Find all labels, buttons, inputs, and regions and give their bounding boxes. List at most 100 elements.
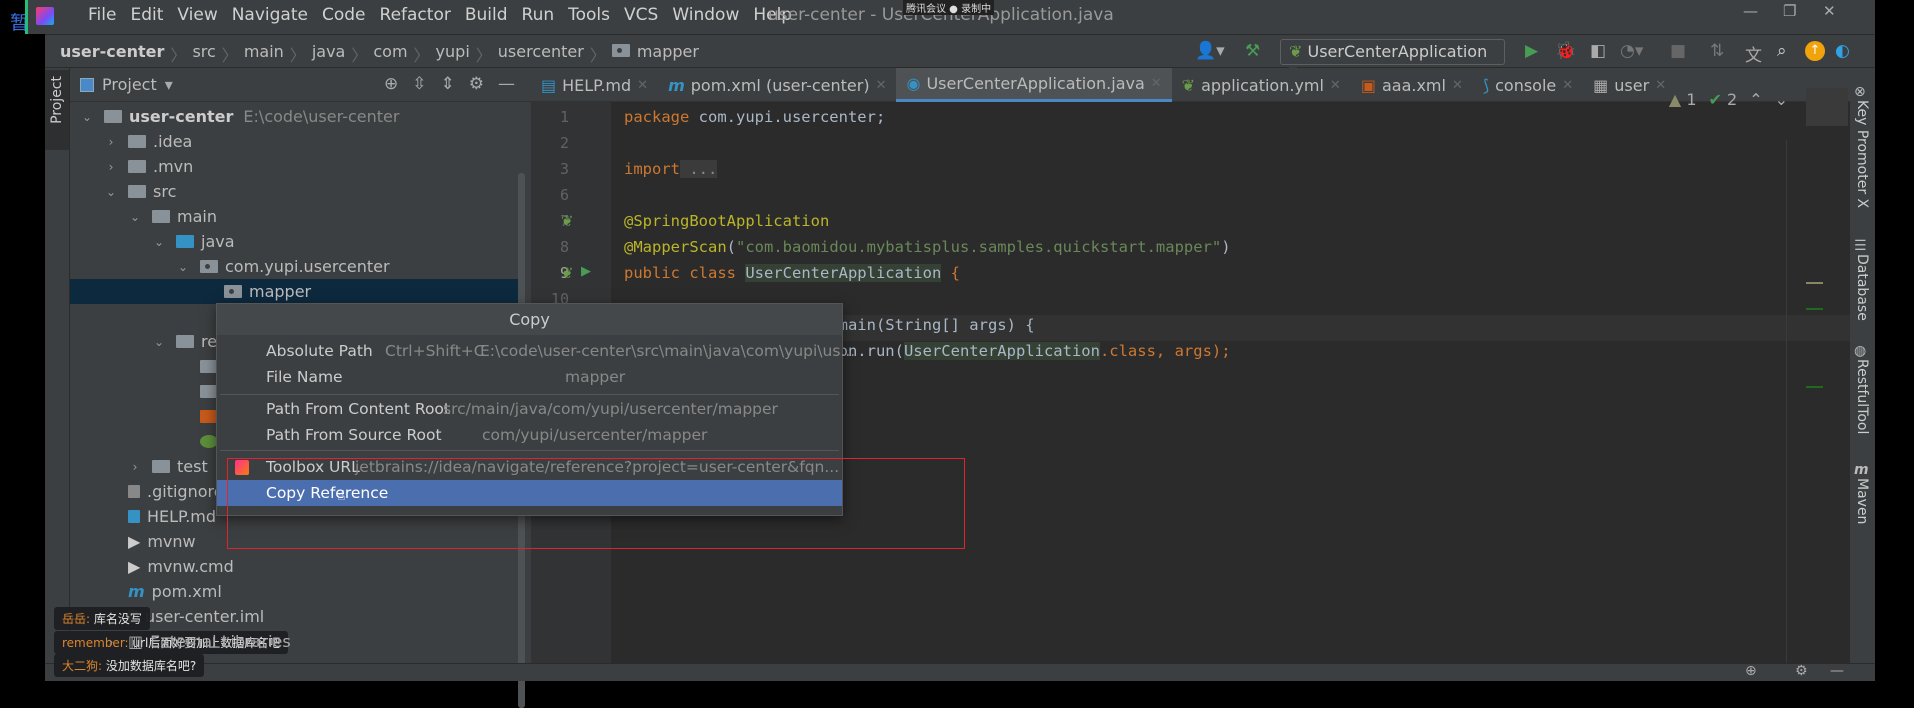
tab-user-center-application[interactable]: ◉ UserCenterApplication.java ✕: [896, 68, 1172, 102]
chevron-down-icon[interactable]: ⌄: [176, 260, 190, 274]
user-icon[interactable]: 👤▾: [1195, 41, 1225, 61]
error-stripe-mark[interactable]: [1806, 386, 1823, 388]
breadcrumb-item[interactable]: yupi: [436, 42, 470, 66]
code-line-7[interactable]: @SpringBootApplication: [624, 212, 829, 230]
hide-icon[interactable]: —: [498, 74, 515, 94]
tab-user[interactable]: ▦ user ✕: [1583, 68, 1676, 102]
expand-all-icon[interactable]: ⇳: [412, 74, 426, 94]
breadcrumb-item[interactable]: user-center: [60, 42, 164, 66]
menu-vcs[interactable]: VCS: [624, 5, 658, 25]
menu-view[interactable]: View: [177, 5, 217, 25]
chevron-right-icon[interactable]: ›: [128, 460, 142, 474]
run-gutter-icon[interactable]: ▶: [581, 264, 591, 279]
menu-item-path-from-source-root[interactable]: Path From Source Root com/yupi/usercenter…: [217, 422, 842, 448]
tree-item-idea[interactable]: › .idea: [70, 129, 525, 154]
plugin-icon[interactable]: ◐: [1835, 41, 1850, 61]
vcs-icon[interactable]: ⇅: [1710, 41, 1724, 61]
menu-navigate[interactable]: Navigate: [232, 5, 308, 25]
tree-item-user-center[interactable]: ⌄ user-center E:\code\user-center: [70, 104, 525, 129]
chevron-down-icon[interactable]: ⌄: [152, 235, 166, 249]
tree-item-main[interactable]: ⌄ main: [70, 204, 525, 229]
breadcrumb-item[interactable]: usercenter: [498, 42, 584, 66]
menu-file[interactable]: File: [88, 5, 116, 25]
stop-icon[interactable]: ■: [1670, 41, 1686, 61]
profile-icon[interactable]: ◔▾: [1620, 41, 1643, 61]
tab-pom-xml[interactable]: m pom.xml (user-center) ✕: [658, 68, 896, 102]
close-tab-icon[interactable]: ✕: [1151, 76, 1162, 91]
menu-item-file-name[interactable]: File Name mapper: [217, 364, 842, 390]
tree-item-external-libraries[interactable]: › ▥ External Libraries: [104, 629, 291, 654]
close-tab-icon[interactable]: ✕: [637, 78, 648, 93]
tree-item-mvnw-cmd[interactable]: ▶ mvnw.cmd: [70, 554, 525, 579]
coverage-icon[interactable]: ◧: [1590, 41, 1606, 61]
breadcrumb-item[interactable]: mapper: [637, 42, 699, 61]
chevron-down-icon[interactable]: ⌄: [80, 110, 94, 124]
locate-icon[interactable]: ⊕: [384, 74, 398, 94]
breadcrumb-item[interactable]: java: [312, 42, 346, 66]
next-highlight-icon[interactable]: ⌄: [1775, 90, 1788, 109]
code-minimap[interactable]: [1806, 88, 1848, 126]
spring-bean-gutter-icon[interactable]: ❦: [561, 212, 574, 230]
restore-icon[interactable]: ❐: [1783, 2, 1796, 20]
run-icon[interactable]: ▶: [1525, 41, 1538, 61]
close-tab-icon[interactable]: ✕: [1562, 78, 1573, 93]
hide-icon[interactable]: —: [1830, 663, 1844, 679]
menu-refactor[interactable]: Refactor: [380, 5, 451, 25]
chevron-down-icon[interactable]: ⌄: [152, 335, 166, 349]
tree-item-mvn[interactable]: › .mvn: [70, 154, 525, 179]
error-stripe-mark[interactable]: [1806, 308, 1823, 310]
chevron-right-icon[interactable]: ›: [104, 135, 118, 149]
error-stripe-mark[interactable]: [1806, 282, 1823, 284]
tree-item-pom[interactable]: m pom.xml: [70, 579, 525, 604]
tab-application-yml[interactable]: ❦ application.yml ✕: [1172, 68, 1351, 102]
menu-edit[interactable]: Edit: [130, 5, 163, 25]
locate-icon[interactable]: ⊕: [1745, 663, 1757, 679]
close-icon[interactable]: ✕: [1823, 2, 1836, 20]
run-configuration-select[interactable]: ❦ UserCenterApplication ▾: [1280, 39, 1505, 80]
breadcrumb-item[interactable]: com: [373, 42, 407, 66]
code-line-1[interactable]: package com.yupi.usercenter;: [624, 108, 885, 126]
tool-key-promoter[interactable]: ⊗ Key Promoter X: [1854, 84, 1902, 208]
close-tab-icon[interactable]: ✕: [1330, 78, 1341, 93]
menu-run[interactable]: Run: [522, 5, 555, 25]
close-tab-icon[interactable]: ✕: [876, 78, 887, 93]
menu-item-absolute-path[interactable]: Absolute Path Ctrl+Shift+C E:\code\user-ce…: [217, 338, 855, 364]
menu-window[interactable]: Window: [672, 5, 739, 25]
menu-item-path-from-content-root[interactable]: Path From Content Root src/main/java/com/…: [217, 396, 842, 422]
chevron-down-icon[interactable]: ⌄: [128, 210, 142, 224]
inspection-widget[interactable]: ▲ 1 ✔ 2 ⌃ ⌄: [1669, 90, 1788, 109]
chevron-down-icon[interactable]: ⌄: [104, 185, 118, 199]
menu-tools[interactable]: Tools: [568, 5, 610, 25]
tab-console[interactable]: ⟆ console ✕: [1473, 68, 1583, 102]
close-tab-icon[interactable]: ✕: [1655, 78, 1666, 93]
code-line-3[interactable]: import ...: [624, 160, 718, 178]
spring-bean-gutter-icon[interactable]: ❦: [561, 264, 574, 282]
tool-maven[interactable]: m Maven: [1854, 462, 1870, 524]
breadcrumb-item[interactable]: main: [244, 42, 284, 66]
tree-item-mapper[interactable]: mapper: [70, 279, 525, 304]
tree-item-src[interactable]: ⌄ src: [70, 179, 525, 204]
build-hammer-icon[interactable]: ⚒: [1245, 41, 1260, 61]
minimize-icon[interactable]: —: [1743, 2, 1758, 20]
previous-highlight-icon[interactable]: ⌃: [1749, 90, 1762, 109]
translate-icon[interactable]: 文: [1745, 41, 1762, 66]
project-view-select[interactable]: Project: [102, 75, 157, 94]
breadcrumb-item[interactable]: src: [192, 42, 215, 66]
update-icon[interactable]: ↑: [1805, 41, 1825, 61]
search-icon[interactable]: ⌕: [1777, 41, 1787, 61]
code-line-8[interactable]: @MapperScan("com.baomidou.mybatisplus.sa…: [624, 238, 1231, 256]
chevron-right-icon[interactable]: ›: [104, 635, 118, 649]
tree-item-java[interactable]: ⌄ java: [70, 229, 525, 254]
gear-icon[interactable]: ⚙: [1795, 663, 1808, 679]
code-line-9[interactable]: public class UserCenterApplication {: [624, 264, 960, 282]
tool-restful[interactable]: ◍ RestfulTool: [1854, 343, 1870, 434]
menu-build[interactable]: Build: [465, 5, 508, 25]
collapse-all-icon[interactable]: ⇕: [441, 74, 455, 94]
chevron-down-icon[interactable]: ▾: [165, 75, 173, 94]
close-tab-icon[interactable]: ✕: [1452, 78, 1463, 93]
tab-aaa-xml[interactable]: ▣ aaa.xml ✕: [1351, 68, 1473, 102]
debug-icon[interactable]: 🐞: [1555, 41, 1576, 61]
tool-database[interactable]: ☰ Database: [1854, 238, 1870, 321]
tree-item-package[interactable]: ⌄ com.yupi.usercenter: [70, 254, 525, 279]
project-tool-button[interactable]: Project: [45, 70, 69, 150]
